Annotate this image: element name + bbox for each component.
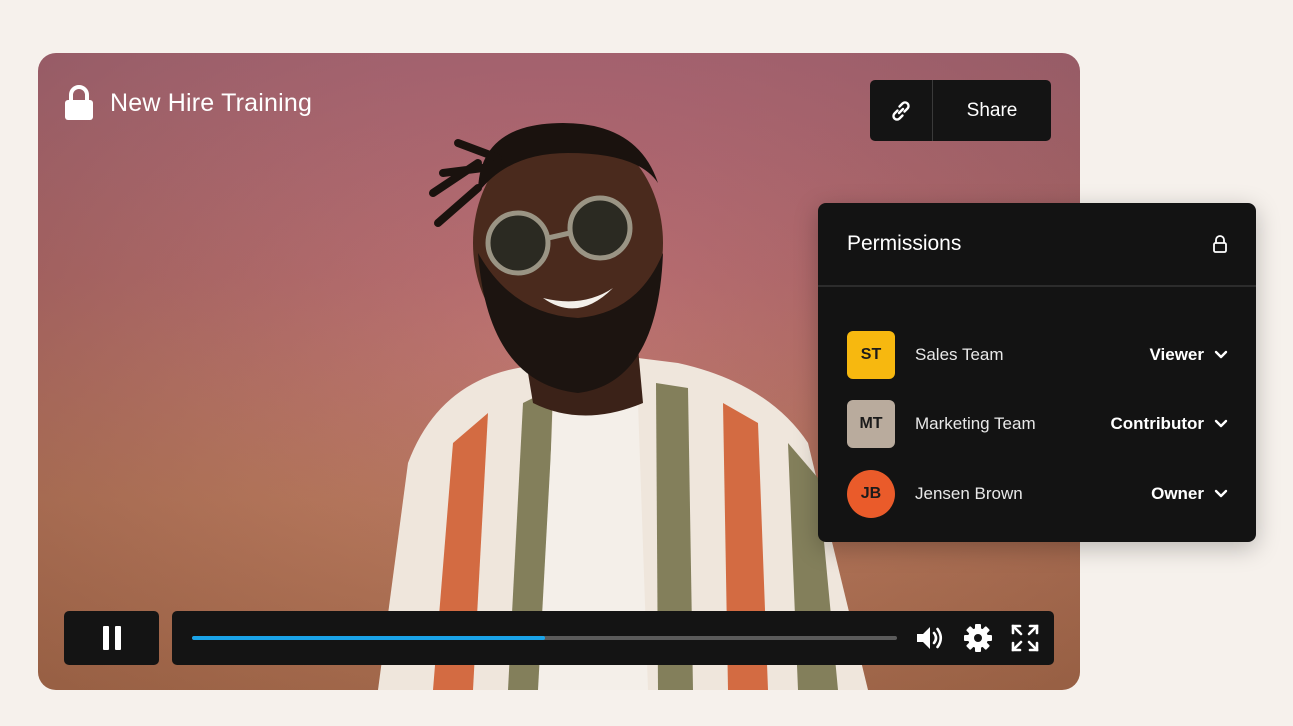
avatar: MT [847,400,895,449]
settings-button[interactable] [963,623,993,653]
member-name: Marketing Team [915,414,1036,434]
progress-bar[interactable] [192,636,897,640]
permissions-header: Permissions [818,203,1256,287]
lock-icon [1213,235,1227,253]
role-label: Viewer [1149,344,1204,364]
role-label: Contributor [1110,414,1204,434]
permissions-title: Permissions [847,232,962,255]
chevron-down-icon [1214,420,1228,428]
avatar: ST [847,330,895,379]
share-button[interactable]: Share [933,80,1051,141]
list-item: MT Marketing Team Contributor [818,390,1256,460]
fullscreen-button[interactable] [1010,623,1040,653]
pause-button[interactable] [64,611,159,665]
member-name: Jensen Brown [915,483,1023,503]
progress-fill [192,636,545,640]
chevron-down-icon [1214,350,1228,358]
share-controls: Share [870,80,1051,141]
playback-control-bar [172,611,1054,665]
link-icon [892,100,910,121]
chevron-down-icon [1214,489,1228,497]
copy-link-button[interactable] [870,80,933,141]
pause-icon [102,626,121,650]
role-dropdown[interactable]: Owner [1151,484,1228,504]
role-dropdown[interactable]: Viewer [1149,345,1228,365]
permissions-list: ST Sales Team Viewer MT Marketing Team C… [818,287,1256,529]
list-item: JB Jensen Brown Owner [818,459,1256,529]
role-dropdown[interactable]: Contributor [1111,414,1228,434]
lock-icon [65,85,93,120]
volume-icon [917,627,943,649]
role-label: Owner [1151,483,1204,503]
avatar: JB [847,469,895,518]
video-title-text: New Hire Training [110,88,313,117]
fullscreen-icon [1011,624,1039,652]
member-name: Sales Team [915,344,1004,364]
page: New Hire Training Share Permissions ST S… [0,0,1293,726]
video-frame-person [378,123,868,690]
list-item: ST Sales Team Viewer [818,320,1256,390]
permissions-panel: Permissions ST Sales Team Viewer MT Mark… [818,203,1256,542]
gear-icon [964,624,992,652]
volume-button[interactable] [915,623,945,653]
video-title: New Hire Training [64,85,312,121]
